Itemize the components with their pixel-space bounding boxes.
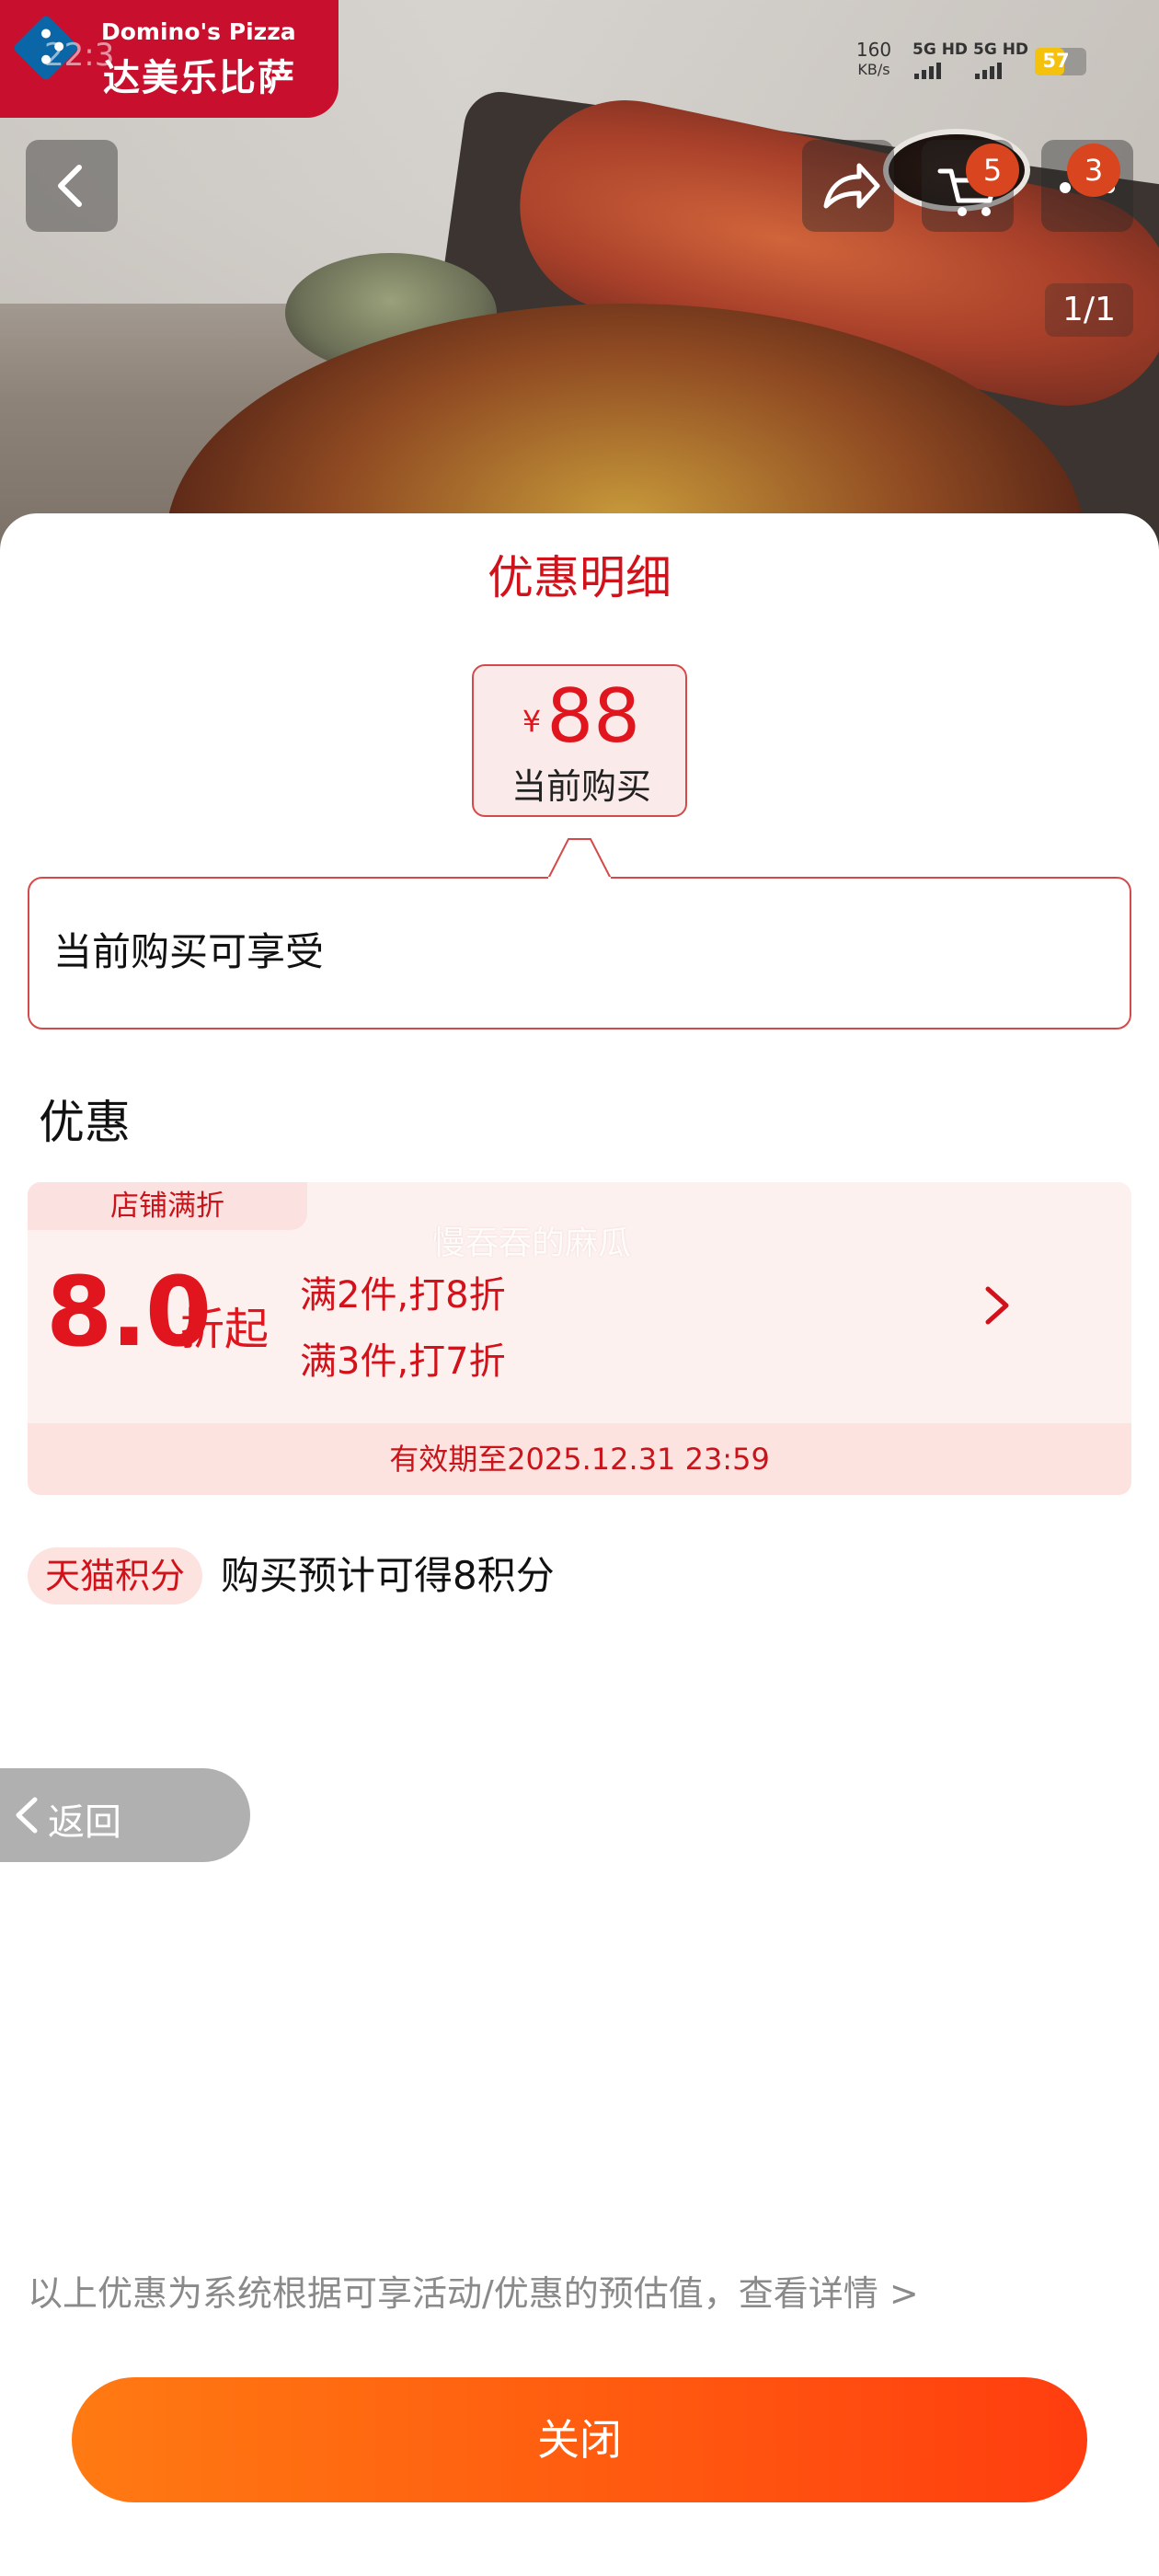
status-bar: 160 KB/s 5G HD 5G HD 57	[828, 0, 1159, 118]
more-button[interactable]: 3	[1041, 140, 1133, 232]
battery-icon: 57	[1035, 48, 1086, 75]
network-speed: 160 KB/s	[855, 39, 892, 79]
brand-name-en: Domino's Pizza	[101, 18, 296, 45]
price-label: 当前购买	[511, 766, 651, 807]
current-price-box: ¥88 当前购买	[472, 664, 687, 817]
share-button[interactable]	[802, 140, 894, 232]
chevron-left-icon	[58, 165, 82, 207]
estimate-disclaimer-link[interactable]: 以上优惠为系统根据可享活动/优惠的预估值，查看详情 >	[28, 2265, 919, 2316]
cart-count-badge: 5	[966, 144, 1019, 197]
signal-bars-2-icon	[975, 63, 1002, 79]
callout-text: 当前购买可享受	[53, 929, 325, 974]
tmall-points-tag: 天猫积分	[28, 1547, 202, 1604]
back-button[interactable]	[26, 140, 118, 232]
currency-symbol: ¥	[522, 704, 542, 740]
message-count-badge: 3	[1067, 144, 1120, 197]
callout-pointer	[548, 838, 611, 880]
sheet-title: 优惠明细	[488, 551, 671, 604]
signal-label-2: 5G HD	[973, 40, 1029, 59]
chevron-right-icon[interactable]	[975, 1269, 1021, 1342]
watermark: 慢吞吞的麻瓜	[432, 1225, 632, 1262]
signal-bars-1-icon	[914, 63, 941, 79]
brand-name-cn: 达美乐比萨	[103, 57, 296, 99]
discount-rule: 满3件,打7折	[300, 1340, 506, 1383]
discount-rule: 满2件,打8折	[300, 1274, 506, 1317]
coupon-validity: 有效期至2025.12.31 23:59	[28, 1423, 1131, 1495]
current-price: ¥88	[474, 673, 689, 759]
tmall-points-text: 购买预计可得8积分	[221, 1553, 555, 1598]
chevron-left-icon	[16, 1797, 38, 1834]
signal-label-1: 5G HD	[912, 40, 969, 59]
cart-button[interactable]: 5	[922, 140, 1019, 232]
discount-section-title: 优惠	[39, 1096, 131, 1149]
discount-suffix: 折起	[180, 1304, 270, 1355]
close-button[interactable]: 关闭	[72, 2377, 1087, 2502]
floating-back-button[interactable]: 返回	[0, 1768, 250, 1862]
floating-back-label: 返回	[48, 1801, 121, 1844]
battery-level: 57	[1042, 50, 1070, 72]
benefit-callout: 当前购买可享受	[28, 877, 1131, 1029]
brand-banner: 22:3 Domino's Pizza 达美乐比萨	[0, 0, 339, 118]
image-pager: 1/1	[1045, 283, 1133, 337]
share-icon	[823, 163, 880, 209]
coupon-tag: 店铺满折	[28, 1182, 307, 1230]
price-amount: 88	[546, 673, 641, 759]
